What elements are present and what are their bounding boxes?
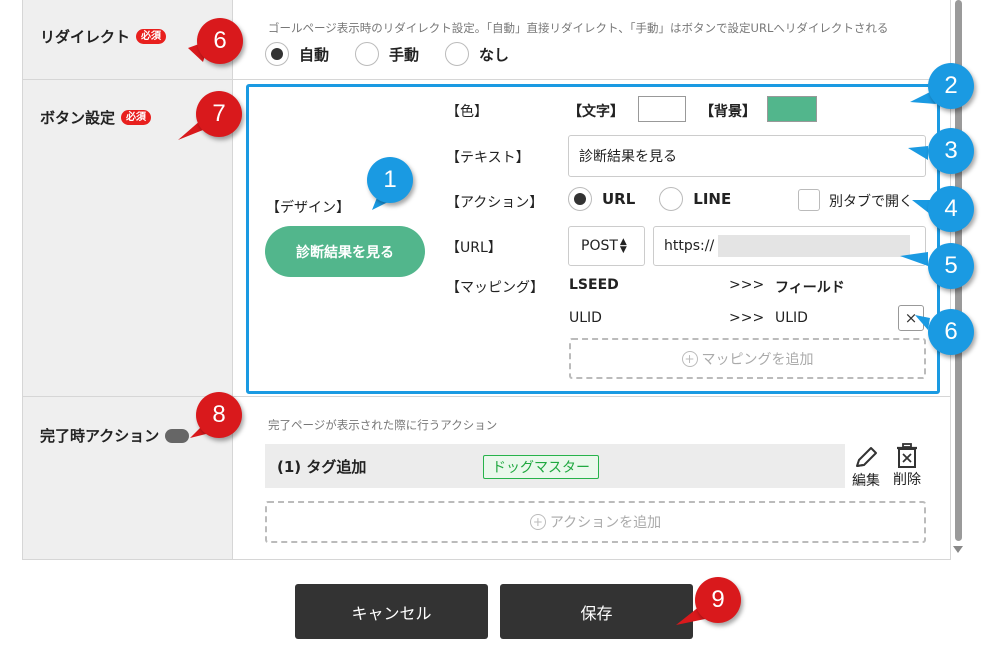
marker-tails xyxy=(178,40,936,625)
marker-6-mapping: 6 xyxy=(928,309,974,355)
marker-9-save: 9 xyxy=(695,577,741,623)
marker-3-text: 3 xyxy=(928,128,974,174)
marker-7-button-settings: 7 xyxy=(196,91,242,137)
marker-5-url: 5 xyxy=(928,243,974,289)
marker-8-completion-action: 8 xyxy=(196,392,242,438)
marker-2-color: 2 xyxy=(928,63,974,109)
marker-4-action: 4 xyxy=(928,186,974,232)
marker-1-design: 1 xyxy=(367,157,413,203)
marker-6-redirect: 6 xyxy=(197,18,243,64)
